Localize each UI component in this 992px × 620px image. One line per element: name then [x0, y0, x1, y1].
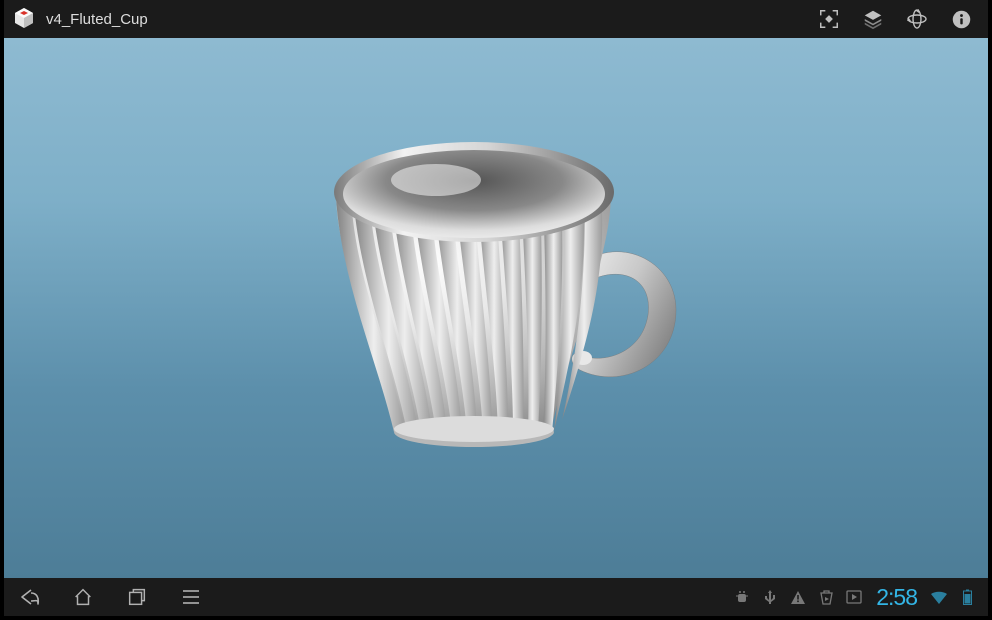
fluted-cup-model	[281, 100, 711, 500]
back-button[interactable]	[16, 584, 42, 610]
app-logo-icon	[10, 5, 38, 33]
warning-icon	[789, 588, 807, 606]
clock: 2:58	[876, 584, 917, 611]
info-button[interactable]	[948, 6, 974, 32]
app-title: v4_Fluted_Cup	[46, 11, 810, 28]
play-store-icon	[817, 588, 835, 606]
home-button[interactable]	[70, 584, 96, 610]
recent-apps-button[interactable]	[124, 584, 150, 610]
media-icon	[845, 588, 863, 606]
toolbar	[816, 6, 982, 32]
zoom-extents-button[interactable]	[816, 6, 842, 32]
battery-icon	[958, 588, 976, 606]
orbit-button[interactable]	[904, 6, 930, 32]
usb-icon	[761, 588, 779, 606]
layers-button[interactable]	[860, 6, 886, 32]
app-bar: v4_Fluted_Cup	[4, 0, 988, 38]
system-navigation-bar: 2:58	[4, 578, 988, 616]
menu-button[interactable]	[178, 584, 204, 610]
android-debug-icon	[733, 588, 751, 606]
wifi-icon	[930, 588, 948, 606]
model-viewport[interactable]	[4, 38, 988, 578]
